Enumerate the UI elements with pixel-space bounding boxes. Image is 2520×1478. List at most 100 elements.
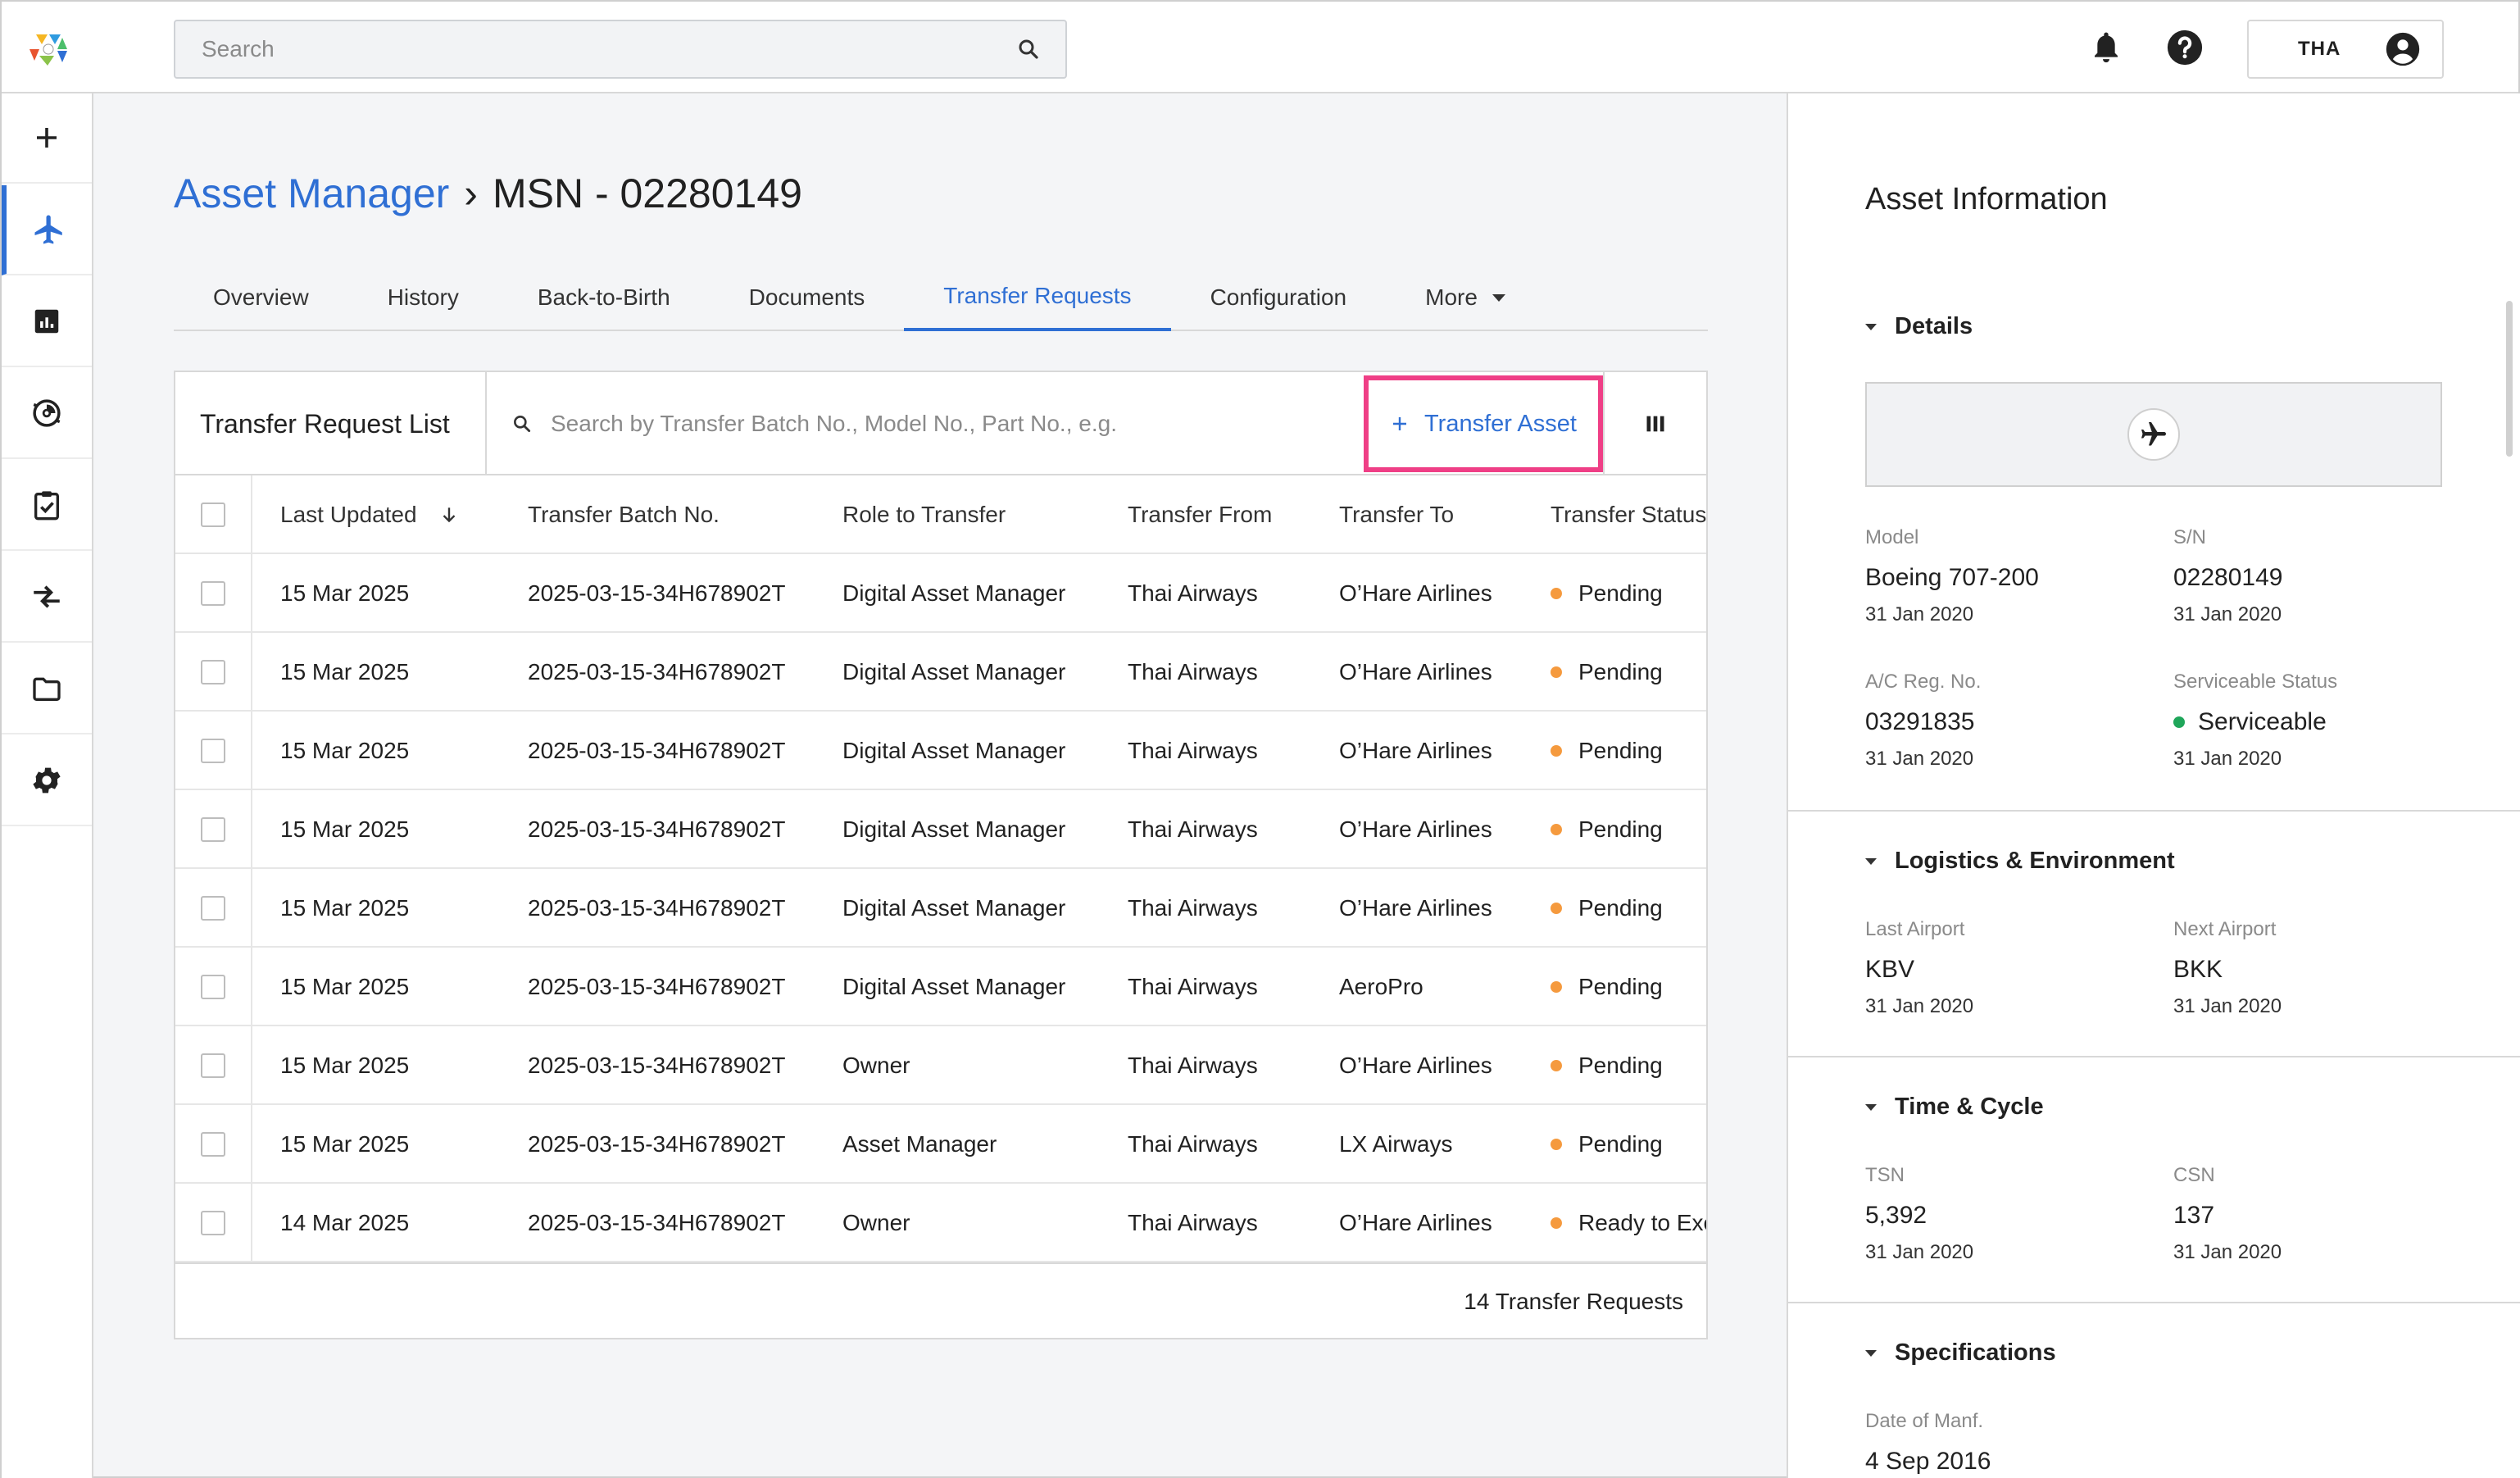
status-text: Pending	[1578, 816, 1663, 842]
row-select-cell	[175, 948, 252, 1026]
cell-batch-no: 2025-03-15-34H678902T	[528, 974, 786, 999]
nav-tracking[interactable]	[2, 369, 92, 459]
cell-role: Digital Asset Manager	[842, 659, 1066, 684]
status-text: Pending	[1578, 659, 1663, 684]
row-checkbox[interactable]	[201, 660, 225, 684]
col-to[interactable]: Transfer To	[1339, 475, 1454, 554]
nav-assets[interactable]	[2, 185, 92, 275]
col-batch-no[interactable]: Transfer Batch No.	[528, 475, 720, 554]
help-button[interactable]	[2165, 28, 2204, 67]
nav-documents[interactable]	[2, 644, 92, 734]
cell-status: Pending	[1551, 633, 1663, 712]
search-icon[interactable]	[1016, 37, 1041, 61]
cell-batch-no: 2025-03-15-34H678902T	[528, 580, 786, 606]
breadcrumb-asset-manager[interactable]: Asset Manager	[174, 170, 449, 217]
cell-batch-no: 2025-03-15-34H678902T	[528, 895, 786, 921]
table-row[interactable]: 14 Mar 2025 2025-03-15-34H678902T Owner Tha…	[175, 1184, 1706, 1262]
col-last-updated[interactable]: Last Updated	[280, 475, 460, 554]
cell-to: O’Hare Airlines	[1339, 659, 1492, 684]
status-text: Pending	[1578, 895, 1663, 921]
caret-down-icon	[1865, 323, 1877, 330]
field-serviceable-status: Serviceable Status Serviceable 31 Jan 20…	[2173, 671, 2338, 770]
global-search[interactable]	[174, 20, 1067, 79]
status-text: Pending	[1578, 580, 1663, 606]
caret-down-icon	[1865, 1349, 1877, 1357]
tracking-icon	[33, 399, 61, 427]
global-search-input[interactable]	[200, 35, 1016, 63]
cell-from: Thai Airways	[1128, 1053, 1258, 1078]
user-menu[interactable]: THA	[2247, 20, 2444, 79]
gear-icon	[33, 767, 61, 794]
row-checkbox[interactable]	[201, 896, 225, 921]
cell-role: Digital Asset Manager	[842, 895, 1066, 921]
col-role[interactable]: Role to Transfer	[842, 475, 1006, 554]
panel-scrollbar[interactable]	[2506, 301, 2513, 457]
cell-from: Thai Airways	[1128, 659, 1258, 684]
time-cycle-toggle[interactable]: Time & Cycle	[1865, 1094, 2044, 1121]
status-text: Pending	[1578, 738, 1663, 763]
table-row[interactable]: 15 Mar 2025 2025-03-15-34H678902T Digital …	[175, 712, 1706, 790]
row-checkbox[interactable]	[201, 817, 225, 842]
app-logo-icon[interactable]	[28, 31, 69, 67]
status-dot	[1551, 824, 1562, 835]
row-checkbox[interactable]	[201, 581, 225, 606]
col-from[interactable]: Transfer From	[1128, 475, 1272, 554]
breadcrumb-separator: ›	[464, 171, 478, 216]
table-row[interactable]: 15 Mar 2025 2025-03-15-34H678902T Digital …	[175, 869, 1706, 948]
table-row[interactable]: 15 Mar 2025 2025-03-15-34H678902T Digital …	[175, 633, 1706, 712]
cell-last-updated: 14 Mar 2025	[280, 1210, 410, 1235]
table-row[interactable]: 15 Mar 2025 2025-03-15-34H678902T Digital …	[175, 790, 1706, 869]
nav-tasks[interactable]	[2, 461, 92, 551]
col-status[interactable]: Transfer Status	[1551, 475, 1706, 554]
row-checkbox[interactable]	[201, 1132, 225, 1157]
table-row[interactable]: 15 Mar 2025 2025-03-15-34H678902T Asset Ma…	[175, 1105, 1706, 1184]
search-icon	[514, 416, 531, 433]
nav-transfers[interactable]	[2, 553, 92, 643]
select-all-checkbox[interactable]	[201, 503, 225, 527]
tab-more[interactable]: More	[1386, 264, 1545, 331]
table-row[interactable]: 15 Mar 2025 2025-03-15-34H678902T Owner Tha…	[175, 1026, 1706, 1105]
row-checkbox[interactable]	[201, 975, 225, 999]
row-checkbox[interactable]	[201, 1053, 225, 1078]
cell-status: Pending	[1551, 869, 1663, 948]
transfer-search-input[interactable]	[549, 410, 1492, 438]
specifications-toggle[interactable]: Specifications	[1865, 1339, 2056, 1367]
cell-role: Asset Manager	[842, 1131, 997, 1157]
cell-last-updated: 15 Mar 2025	[280, 974, 410, 999]
table-row[interactable]: 15 Mar 2025 2025-03-15-34H678902T Digital …	[175, 554, 1706, 633]
column-settings-button[interactable]	[1603, 372, 1706, 475]
table-row[interactable]: 15 Mar 2025 2025-03-15-34H678902T Digital …	[175, 948, 1706, 1026]
caret-down-icon	[1865, 1103, 1877, 1111]
cell-batch-no: 2025-03-15-34H678902T	[528, 1210, 786, 1235]
transfer-asset-button[interactable]: Transfer Asset	[1364, 375, 1603, 472]
row-select-cell	[175, 633, 252, 712]
tab-overview[interactable]: Overview	[174, 264, 348, 331]
details-toggle[interactable]: Details	[1865, 313, 1973, 340]
logistics-section: Logistics & Environment Last Airport KBV…	[1788, 812, 2520, 1057]
clipboard-check-icon	[34, 491, 59, 521]
status-text: Pending	[1578, 1053, 1663, 1078]
cell-batch-no: 2025-03-15-34H678902T	[528, 738, 786, 763]
tab-configuration[interactable]: Configuration	[1171, 264, 1387, 331]
row-checkbox[interactable]	[201, 739, 225, 763]
select-all-cell	[175, 475, 252, 554]
cell-to: O’Hare Airlines	[1339, 1210, 1492, 1235]
tab-history[interactable]: History	[348, 264, 498, 331]
nav-settings[interactable]	[2, 736, 92, 826]
nav-create[interactable]	[2, 93, 92, 184]
bell-icon	[2095, 32, 2118, 63]
tab-documents[interactable]: Documents	[710, 264, 905, 331]
tab-back-to-birth[interactable]: Back-to-Birth	[498, 264, 710, 331]
cell-from: Thai Airways	[1128, 895, 1258, 921]
caret-down-icon	[1865, 857, 1877, 865]
asset-thumbnail	[1865, 382, 2442, 487]
row-checkbox[interactable]	[201, 1211, 225, 1235]
logistics-toggle[interactable]: Logistics & Environment	[1865, 848, 2175, 875]
nav-reports[interactable]	[2, 277, 92, 367]
page-title: MSN - 02280149	[492, 171, 802, 216]
tab-transfer-requests[interactable]: Transfer Requests	[904, 264, 1171, 331]
notifications-button[interactable]	[2086, 28, 2126, 67]
cell-last-updated: 15 Mar 2025	[280, 895, 410, 921]
cell-last-updated: 15 Mar 2025	[280, 580, 410, 606]
cell-to: AeroPro	[1339, 974, 1423, 999]
